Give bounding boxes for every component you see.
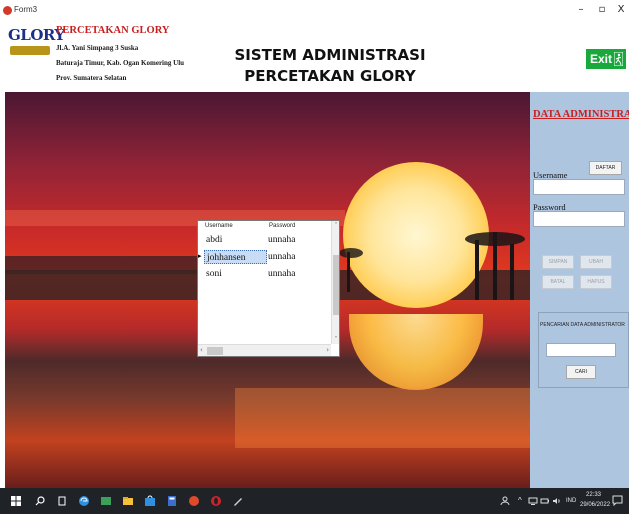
clock-time[interactable]: 22:33	[586, 492, 601, 498]
window-title: Form3	[14, 5, 38, 14]
file-explorer-icon[interactable]	[122, 495, 134, 507]
search-label: PENCARIAN DATA ADMINISTRATOR	[540, 322, 625, 328]
office-icon[interactable]	[188, 495, 200, 507]
company-logo: GLORY	[4, 26, 65, 60]
exit-label: Exit	[590, 52, 613, 66]
admin-data-grid[interactable]: Username Password abdi unnaha ▸ johhanse…	[197, 220, 340, 357]
grid-header: Username Password	[198, 221, 331, 232]
ubah-button[interactable]: UBAH	[580, 255, 612, 269]
simpan-button[interactable]: SIMPAN	[542, 255, 574, 269]
horizontal-scrollbar[interactable]: ‹ ›	[198, 344, 331, 356]
opera-icon[interactable]	[210, 495, 222, 507]
cell-password[interactable]: unnaha	[268, 267, 331, 281]
minimize-button[interactable]: –	[574, 3, 588, 17]
cell-username[interactable]: abdi	[204, 233, 267, 247]
store-icon[interactable]	[144, 495, 156, 507]
table-row[interactable]: abdi unnaha	[198, 233, 331, 247]
column-header-password[interactable]: Password	[269, 223, 295, 229]
app-icon	[3, 6, 12, 15]
search-icon[interactable]	[34, 495, 46, 507]
column-header-username[interactable]: Username	[205, 223, 233, 229]
address-line-1: Jl.A. Yani Simpang 3 Suska	[56, 44, 139, 52]
exit-button[interactable]: Exit	[586, 49, 626, 69]
cell-username[interactable]: johhansen	[204, 250, 267, 264]
maximize-button[interactable]: ▫	[595, 3, 609, 17]
logo-banner	[10, 46, 50, 55]
palm-fronds	[339, 248, 363, 258]
scroll-thumb[interactable]	[333, 255, 339, 315]
running-man-icon	[614, 52, 623, 66]
cell-password[interactable]: unnaha	[268, 250, 331, 264]
language-indicator[interactable]: IND	[566, 498, 576, 504]
title-bar: Form3 – ▫ X	[0, 0, 629, 22]
company-info: PERCETAKAN GLORY Jl.A. Yani Simpang 3 Su…	[56, 24, 184, 83]
task-view-icon[interactable]	[56, 495, 68, 507]
hapus-button[interactable]: HAPUS	[580, 275, 612, 289]
system-title-line-1: SISTEM ADMINISTRASI	[234, 46, 426, 64]
panel-title: DATA ADMINISTRASI	[533, 109, 629, 120]
username-input[interactable]	[533, 179, 625, 195]
app-icon-green[interactable]	[100, 495, 112, 507]
battery-icon[interactable]	[540, 496, 550, 506]
scroll-thumb[interactable]	[207, 347, 223, 355]
cari-button[interactable]: CARI	[566, 365, 596, 379]
system-title: SISTEM ADMINISTRASI PERCETAKAN GLORY	[220, 45, 440, 87]
palm-tree	[347, 252, 350, 292]
admin-data-panel: DATA ADMINISTRASI Username DAFTAR Passwo…	[530, 92, 629, 488]
palm-fronds	[465, 232, 525, 246]
water-glow	[235, 388, 530, 448]
address-line-2: Baturaja Timur, Kab. Ogan Komering Ulu	[56, 59, 185, 67]
scroll-up-icon[interactable]: ˄	[332, 222, 340, 229]
edge-browser-icon[interactable]	[78, 495, 90, 507]
windows-taskbar: ^ IND 22:33 29/06/2022	[0, 488, 629, 514]
company-name: PERCETAKAN GLORY	[56, 25, 170, 36]
chevron-up-icon[interactable]: ^	[518, 496, 522, 505]
calculator-icon[interactable]	[166, 495, 178, 507]
app-window: Form3 – ▫ X GLORY PERCETAKAN GLORY Jl.A.…	[0, 0, 629, 514]
clock-date[interactable]: 29/06/2022	[580, 502, 610, 508]
header: GLORY PERCETAKAN GLORY Jl.A. Yani Simpan…	[0, 22, 629, 92]
password-input[interactable]	[533, 211, 625, 227]
cell-username[interactable]: soni	[204, 267, 267, 281]
system-title-line-2: PERCETAKAN GLORY	[244, 67, 416, 85]
vertical-scrollbar[interactable]: ˄ ˅	[331, 221, 339, 344]
volume-icon[interactable]	[552, 496, 562, 506]
daftar-button[interactable]: DAFTAR	[589, 161, 622, 175]
palm-tree	[475, 240, 479, 300]
address-line-3: Prov. Sumatera Selatan	[56, 74, 127, 82]
palm-tree	[510, 244, 514, 300]
windows-start-icon[interactable]	[10, 495, 22, 507]
scroll-down-icon[interactable]: ˅	[332, 336, 340, 343]
batal-button[interactable]: BATAL	[542, 275, 574, 289]
pen-tool-icon[interactable]	[232, 495, 244, 507]
sun-reflection	[349, 314, 483, 390]
table-row[interactable]: soni unnaha	[198, 267, 331, 281]
scroll-left-icon[interactable]: ‹	[200, 346, 203, 354]
scroll-right-icon[interactable]: ›	[326, 346, 329, 354]
network-icon[interactable]	[528, 496, 538, 506]
search-input[interactable]	[546, 343, 616, 357]
people-icon[interactable]	[500, 496, 510, 506]
table-row-selected[interactable]: ▸ johhansen unnaha	[198, 250, 331, 264]
cell-password[interactable]: unnaha	[268, 233, 331, 247]
close-button[interactable]: X	[614, 3, 628, 17]
notification-icon[interactable]	[612, 495, 623, 506]
